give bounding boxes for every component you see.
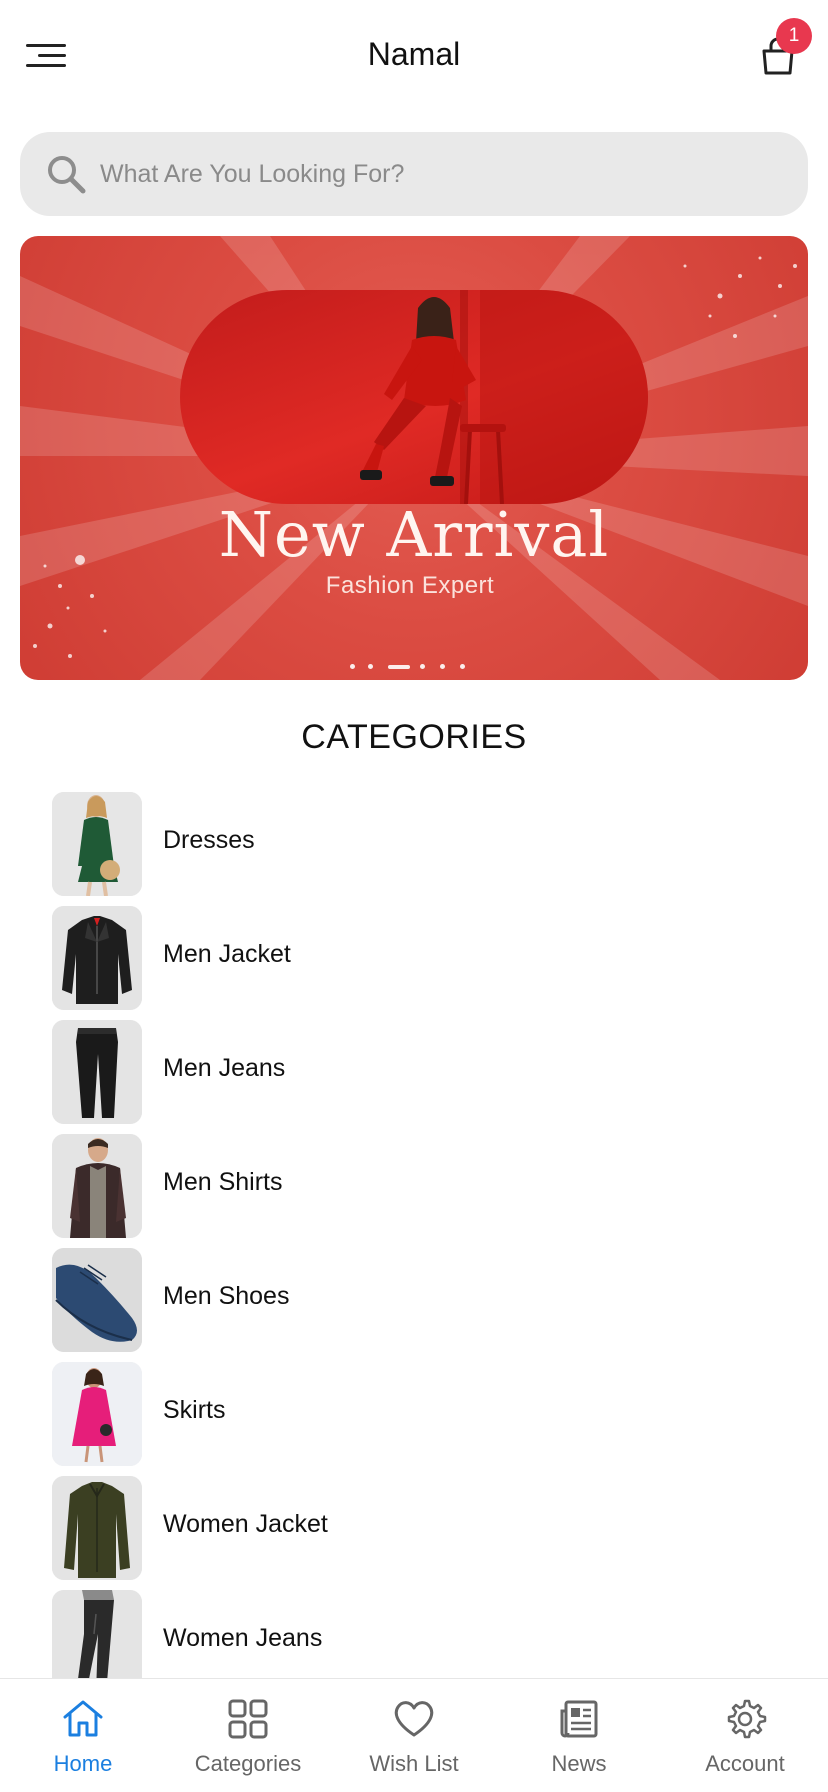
cart-count-badge: 1 [776,18,812,54]
home-icon [63,1700,103,1737]
nav-label: News [551,1751,607,1776]
category-item-dresses[interactable]: Dresses [52,792,792,906]
category-item-skirts[interactable]: Skirts [52,1362,792,1476]
category-label: Skirts [163,1396,226,1424]
carousel-page-indicator[interactable] [350,662,510,670]
search-bar[interactable] [20,132,808,216]
category-thumbnail [52,906,142,1010]
category-thumbnail [52,1476,142,1580]
nav-label: Account [705,1751,785,1776]
carousel-dot[interactable] [368,664,373,669]
promo-banner-carousel[interactable]: New Arrival Fashion Expert [20,236,808,680]
nav-tab-categories[interactable]: Categories [165,1679,331,1792]
nav-tab-home[interactable]: Home [0,1679,166,1792]
search-input[interactable] [100,132,780,216]
top-app-bar: Namal 1 [0,0,828,116]
category-item-men-jeans[interactable]: Men Jeans [52,1020,792,1134]
carousel-dot[interactable] [460,664,465,669]
category-item-men-shirts[interactable]: Men Shirts [52,1134,792,1248]
carousel-dot[interactable] [350,664,355,669]
category-thumbnail [52,1134,142,1238]
category-label: Women Jacket [163,1510,328,1538]
app-screen: Namal 1 What Are You Looking For? New Ar… [0,0,828,1792]
gear-icon [727,1699,767,1739]
carousel-dot[interactable] [440,664,445,669]
category-label: Men Jacket [163,940,291,968]
nav-tab-wish-list[interactable]: Wish List [331,1679,497,1792]
search-icon [48,156,86,194]
banner-subtitle: Fashion Expert [325,572,495,599]
nav-label: Home [53,1751,113,1776]
categories-heading: CATEGORIES [301,718,527,756]
category-label: Men Shirts [163,1168,283,1196]
banner-photo-frame [180,290,648,504]
category-thumbnail [52,1248,142,1352]
category-label: Men Shoes [163,1282,290,1310]
category-item-women-jacket[interactable]: Women Jacket [52,1476,792,1590]
newspaper-icon [560,1700,598,1738]
category-thumbnail [52,1020,142,1124]
category-list: Dresses Men Jacket Men Jeans Men Shirts … [52,792,792,1704]
category-label: Men Jeans [163,1054,286,1082]
category-thumbnail [52,1362,142,1466]
fashion-model-image [360,290,648,504]
category-item-men-jacket[interactable]: Men Jacket [52,906,792,1020]
nav-tab-account[interactable]: Account [662,1679,828,1792]
carousel-dot[interactable] [420,664,425,669]
nav-label: Wish List [369,1751,459,1776]
grid-icon [228,1699,268,1739]
bottom-navigation-bar: Home Categories Wish List News Account [0,1678,828,1792]
app-title: Namal [367,36,461,72]
category-label: Women Jeans [163,1624,323,1652]
category-thumbnail [52,792,142,896]
nav-label: Categories [194,1751,302,1776]
category-label: Dresses [163,826,255,854]
category-item-men-shoes[interactable]: Men Shoes [52,1248,792,1362]
banner-title: New Arrival [218,498,610,571]
nav-tab-news[interactable]: News [496,1679,662,1792]
heart-icon [394,1701,434,1737]
carousel-dot-active[interactable] [388,665,410,669]
